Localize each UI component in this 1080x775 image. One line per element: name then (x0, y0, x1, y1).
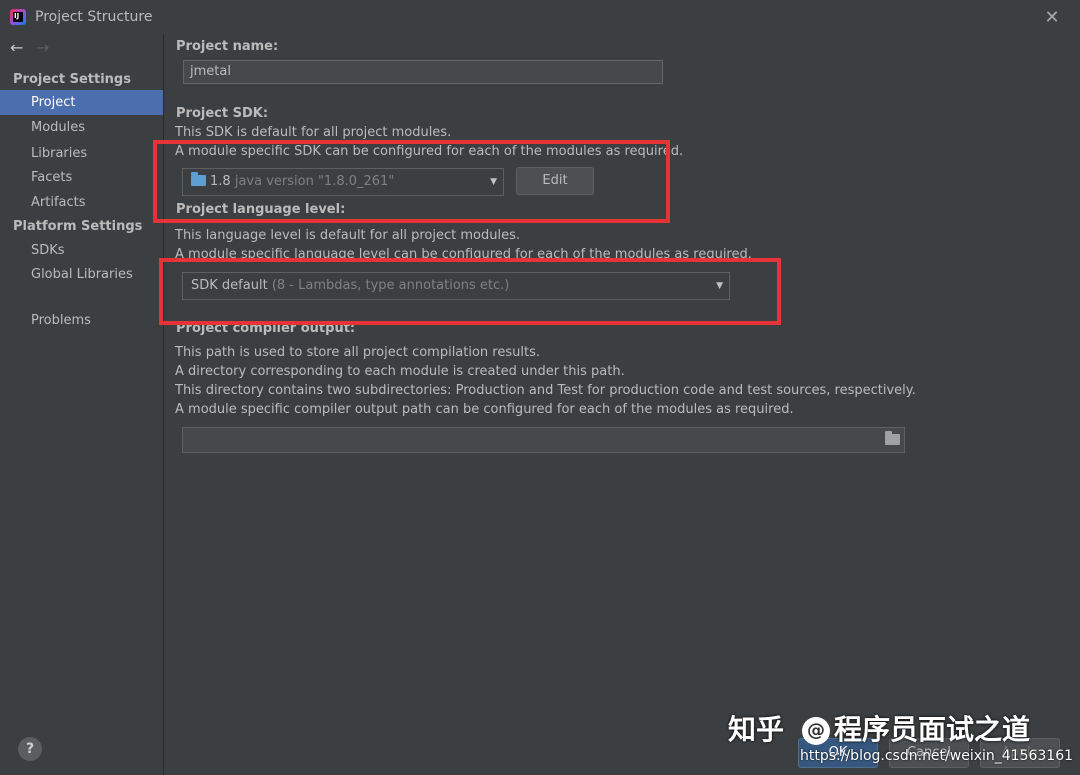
sdk-version: 1.8 (210, 174, 231, 189)
watermark-site: 知乎 (728, 713, 785, 746)
help-icon[interactable]: ? (18, 737, 42, 761)
compiler-output-description-4: A module specific compiler output path c… (175, 402, 794, 417)
project-name-input[interactable]: jmetal (183, 60, 663, 84)
project-name-label: Project name: (176, 39, 279, 54)
history-navigation: ← → (10, 40, 56, 58)
compiler-output-label: Project compiler output: (176, 321, 356, 336)
sdk-version-detail: java version "1.8.0_261" (234, 174, 395, 189)
title-bar: IJ Project Structure ✕ (0, 0, 1080, 34)
sidebar-item-artifacts[interactable]: Artifacts (0, 190, 163, 215)
language-level-dropdown[interactable]: SDK default (8 - Lambdas, type annotatio… (182, 272, 730, 300)
project-settings-panel: Project name: jmetal Project SDK: This S… (164, 34, 1080, 775)
project-sdk-label: Project SDK: (176, 106, 269, 121)
zhihu-watermark: 知乎 @ 程序员面试之道 (728, 708, 1030, 748)
csdn-url-watermark: https://blog.csdn.net/weixin_41563161 (800, 748, 1074, 764)
language-level-label: Project language level: (176, 202, 346, 217)
wechat-icon: @ (802, 717, 831, 745)
language-level-value: SDK default (191, 278, 268, 293)
sidebar-item-sdks[interactable]: SDKs (0, 238, 163, 263)
sidebar-item-global-libraries[interactable]: Global Libraries (0, 262, 163, 287)
project-settings-heading: Project Settings (13, 72, 131, 87)
language-level-detail: (8 - Lambdas, type annotations etc.) (271, 278, 510, 293)
back-arrow-icon[interactable]: ← (10, 40, 30, 56)
window-title: Project Structure (35, 9, 153, 25)
project-sdk-description-2: A module specific SDK can be configured … (175, 144, 684, 159)
chevron-down-icon: ▼ (716, 281, 723, 291)
compiler-output-path-input[interactable] (182, 427, 905, 453)
sidebar-item-problems[interactable]: Problems (0, 308, 163, 333)
language-level-description-2: A module specific language level can be … (175, 247, 752, 262)
project-sdk-dropdown[interactable]: 1.8 java version "1.8.0_261" ▼ (182, 168, 504, 196)
sidebar-item-libraries[interactable]: Libraries (0, 141, 163, 166)
compiler-output-description-2: A directory corresponding to each module… (175, 364, 625, 379)
project-sdk-description-1: This SDK is default for all project modu… (175, 125, 452, 140)
compiler-output-description-3: This directory contains two subdirectori… (175, 383, 916, 398)
chevron-down-icon: ▼ (490, 177, 497, 187)
close-icon[interactable]: ✕ (1043, 9, 1061, 27)
sidebar: ← → Project Settings Project Modules Libr… (0, 34, 164, 775)
sidebar-item-modules[interactable]: Modules (0, 115, 163, 140)
intellij-app-icon: IJ (10, 9, 26, 25)
forward-arrow-icon[interactable]: → (36, 40, 56, 56)
compiler-output-description-1: This path is used to store all project c… (175, 345, 540, 360)
sdk-folder-icon (191, 172, 206, 186)
edit-sdk-button[interactable]: Edit (516, 167, 594, 195)
watermark-author: 程序员面试之道 (834, 713, 1031, 746)
sidebar-item-facets[interactable]: Facets (0, 165, 163, 190)
sidebar-item-project[interactable]: Project (0, 90, 163, 115)
browse-folder-icon[interactable] (885, 431, 900, 445)
platform-settings-heading: Platform Settings (13, 219, 143, 234)
language-level-description-1: This language level is default for all p… (175, 228, 520, 243)
